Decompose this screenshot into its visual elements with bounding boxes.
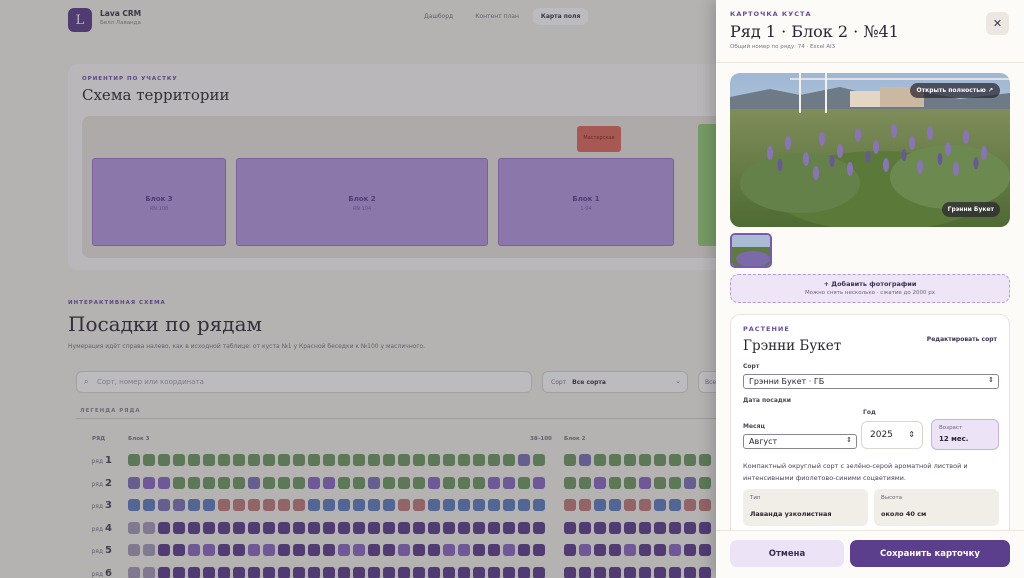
plant-card: РАСТЕНИЕ Грэнни Букет Редактировать сорт… <box>730 314 1010 554</box>
height-tile: Высота около 40 см <box>874 489 999 526</box>
bush-photo[interactable]: Открыть полностью ↗ Грэнни Букет <box>730 73 1010 227</box>
open-full-link[interactable]: Открыть полностью ↗ <box>909 83 1000 98</box>
month-select[interactable]: Август ⇕ <box>743 434 857 449</box>
drawer-footer: Отмена Сохранить карточку <box>716 530 1024 578</box>
year-label: Год <box>863 409 876 416</box>
variety-select[interactable]: Грэнни Букет · ГБ ⇕ <box>743 374 999 389</box>
drawer-divider <box>716 62 1024 63</box>
photo-thumbnail[interactable] <box>730 233 772 268</box>
variety-value: Грэнни Букет · ГБ <box>749 377 825 386</box>
year-value: 2025 <box>870 430 893 440</box>
type-value: Лаванда узколистная <box>750 510 832 518</box>
height-value: около 40 см <box>881 510 927 518</box>
plant-kicker: РАСТЕНИЕ <box>743 325 790 333</box>
bush-card-drawer: КАРТОЧКА КУСТА Ряд 1 · Блок 2 · №41 Общи… <box>716 0 1024 578</box>
cancel-button[interactable]: Отмена <box>730 540 844 567</box>
planting-date-label: Дата посадки <box>743 397 792 404</box>
age-display: Возраст 12 мес. <box>931 419 999 450</box>
add-photos-hint: Можно снять несколько · сжатие до 2000 p… <box>805 290 935 296</box>
select-arrows-icon: ⇕ <box>846 436 852 444</box>
plant-name: Грэнни Букет <box>743 338 842 354</box>
add-photos-dropzone[interactable]: + Добавить фотографии Можно снять нескол… <box>730 274 1010 303</box>
year-input[interactable]: 2025 ⇕ <box>861 421 923 449</box>
drawer-subtitle: Общий номер по ряду: 74 · Excel AI3 <box>730 44 836 50</box>
edit-variety-link[interactable]: Редактировать сорт <box>927 336 997 343</box>
stepper-icon: ⇕ <box>908 430 915 439</box>
close-button[interactable]: ✕ <box>986 12 1009 35</box>
age-value: 12 мес. <box>939 435 969 443</box>
type-tile: Тип Лаванда узколистная <box>743 489 868 526</box>
age-label: Возраст <box>939 425 963 431</box>
plant-description: Компактный округлый сорт с зелёно-серой … <box>743 462 968 482</box>
height-label: Высота <box>881 495 903 501</box>
drawer-title: Ряд 1 · Блок 2 · №41 <box>730 22 899 41</box>
drawer-kicker: КАРТОЧКА КУСТА <box>730 10 812 18</box>
save-card-button[interactable]: Сохранить карточку <box>850 540 1010 567</box>
variety-label: Сорт <box>743 363 760 370</box>
photo-caption: Грэнни Букет <box>941 202 1000 217</box>
close-icon: ✕ <box>992 17 1003 30</box>
type-label: Тип <box>750 495 761 501</box>
thumbnail-image <box>732 235 770 266</box>
month-label: Месяц <box>743 423 765 430</box>
select-arrows-icon: ⇕ <box>988 376 994 384</box>
month-value: Август <box>749 437 778 446</box>
add-photos-title: + Добавить фотографии <box>823 280 917 288</box>
